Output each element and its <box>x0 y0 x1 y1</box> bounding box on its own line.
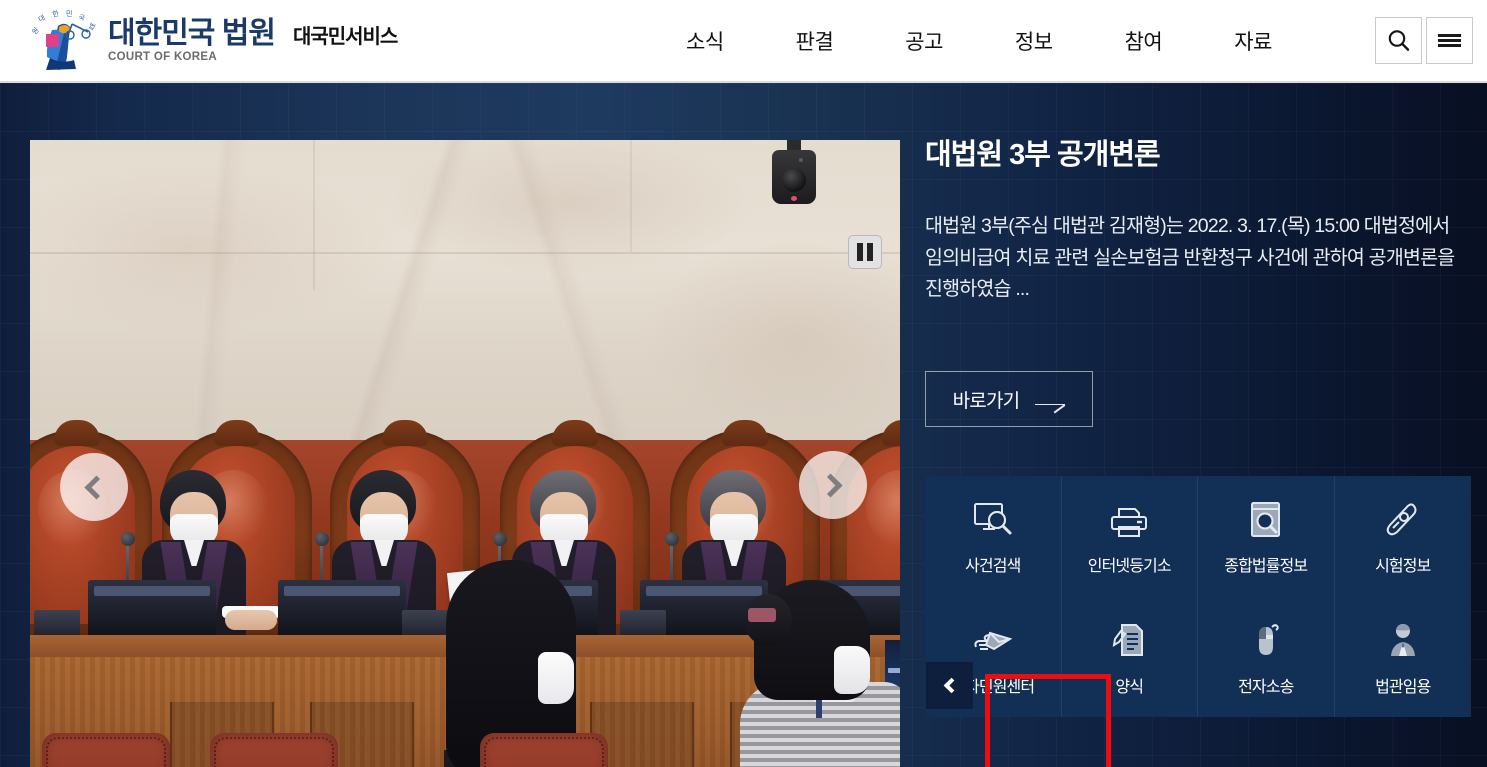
chevron-left-icon <box>84 474 109 500</box>
quick-link-e-litigation[interactable]: 전자소송 <box>1198 596 1335 717</box>
site-logo[interactable]: 대 한 민 국 법 원 대한민국 법원 대국민서비스 COURT OF KORE… <box>28 9 398 72</box>
hand-envelope-icon <box>970 617 1016 663</box>
book-search-icon <box>1243 496 1289 542</box>
quick-links-panel: 사건검색 인터넷등기소 종합법률정보 시험정보 전자민원센터 양식 전자소송 법… <box>925 476 1471 717</box>
nav-item-materials[interactable]: 자료 <box>1198 26 1308 56</box>
quick-link-legal-info[interactable]: 종합법률정보 <box>1198 476 1335 597</box>
slide-photo[interactable] <box>30 140 900 767</box>
header-tools <box>1375 17 1473 64</box>
search-button[interactable] <box>1375 17 1422 64</box>
svg-text:한: 한 <box>52 10 61 19</box>
svg-text:원: 원 <box>30 25 41 36</box>
document-pen-icon <box>1106 617 1152 663</box>
site-header: 대 한 민 국 법 원 대한민국 법원 대국민서비스 COURT OF KORE… <box>0 0 1487 83</box>
quick-link-label: 양식 <box>1115 678 1144 696</box>
slide-prev-button[interactable] <box>60 453 128 521</box>
arrow-right-icon <box>1035 393 1066 405</box>
menu-button[interactable] <box>1426 17 1473 64</box>
main-navigation: 소식 판결 공고 정보 참여 자료 <box>650 0 1308 81</box>
nav-item-judgment[interactable]: 판결 <box>760 26 870 56</box>
chevron-right-icon <box>818 472 843 498</box>
computer-mouse-icon <box>1243 617 1289 663</box>
quick-link-label: 전자소송 <box>1238 678 1294 696</box>
quick-link-forms[interactable]: 양식 <box>1062 596 1198 717</box>
quick-link-label: 시험정보 <box>1375 558 1431 576</box>
courtroom-camera <box>772 140 816 204</box>
court-emblem-icon: 대 한 민 국 법 원 <box>28 9 100 72</box>
quick-links-prev-button[interactable] <box>926 662 973 709</box>
quick-link-case-search[interactable]: 사건검색 <box>925 476 1062 597</box>
svg-text:국: 국 <box>78 13 87 22</box>
slide-description: 대법원 3부(주심 대법관 김재형)는 2022. 3. 17.(목) 15:0… <box>925 215 1455 301</box>
goto-button[interactable]: 바로가기 <box>925 371 1093 427</box>
logo-title-en: COURT OF KOREA <box>108 51 217 64</box>
pause-icon <box>857 243 863 261</box>
slide-title: 대법원 3부 공개변론 <box>925 139 1161 171</box>
quick-link-label: 인터넷등기소 <box>1087 558 1172 576</box>
monitor-search-icon <box>970 496 1016 542</box>
svg-text:대: 대 <box>37 13 46 23</box>
nav-item-participation[interactable]: 참여 <box>1089 26 1199 56</box>
nav-item-info[interactable]: 정보 <box>979 26 1089 56</box>
hero-banner: 대법원 3부 공개변론 대법원 3부(주심 대법관 김재형)는 2022. 3.… <box>0 83 1487 767</box>
quick-link-exam-info[interactable]: 시험정보 <box>1335 476 1472 597</box>
logo-service-label: 대국민서비스 <box>292 25 398 48</box>
nav-item-notice[interactable]: 공고 <box>869 26 979 56</box>
person-suit-icon <box>1380 617 1426 663</box>
search-icon <box>1388 30 1410 51</box>
quick-link-label: 종합법률정보 <box>1224 558 1308 576</box>
pen-nib-icon <box>1380 496 1426 542</box>
chevron-left-icon <box>943 677 960 694</box>
logo-title-ko: 대한민국 법원 <box>108 16 276 50</box>
svg-text:민: 민 <box>66 10 72 18</box>
quick-link-label: 법관임용 <box>1375 678 1431 696</box>
quick-link-internet-registry[interactable]: 인터넷등기소 <box>1062 476 1198 597</box>
goto-button-label: 바로가기 <box>952 390 1021 412</box>
slide-text-block: 대법원 3부 공개변론 대법원 3부(주심 대법관 김재형)는 2022. 3.… <box>925 131 1470 306</box>
printer-icon <box>1106 496 1152 542</box>
quick-link-judge-appointment[interactable]: 법관임용 <box>1335 597 1472 718</box>
quick-link-label: 사건검색 <box>965 558 1021 576</box>
slide-next-button[interactable] <box>799 451 867 519</box>
pause-icon-bar2 <box>867 243 873 261</box>
hamburger-menu-icon <box>1438 31 1461 50</box>
nav-item-news[interactable]: 소식 <box>650 26 760 56</box>
foreground-person-right <box>730 580 900 767</box>
slide-pause-button[interactable] <box>848 235 882 269</box>
